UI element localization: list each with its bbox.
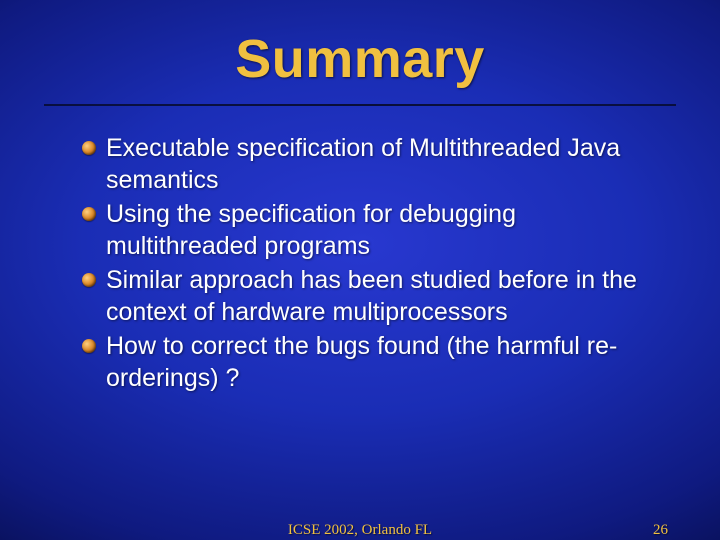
bullet-list: Executable specification of Multithreade… [44,132,676,394]
footer-venue: ICSE 2002, Orlando FL [288,522,432,539]
bullet-item: Executable specification of Multithreade… [84,132,648,196]
slide: Summary Executable specification of Mult… [0,0,720,540]
title-divider [44,104,676,106]
slide-title: Summary [44,28,676,90]
bullet-item: Using the specification for debugging mu… [84,198,648,262]
bullet-item: Similar approach has been studied before… [84,264,648,328]
bullet-item: How to correct the bugs found (the harmf… [84,330,648,394]
footer-page-number: 26 [653,522,668,539]
